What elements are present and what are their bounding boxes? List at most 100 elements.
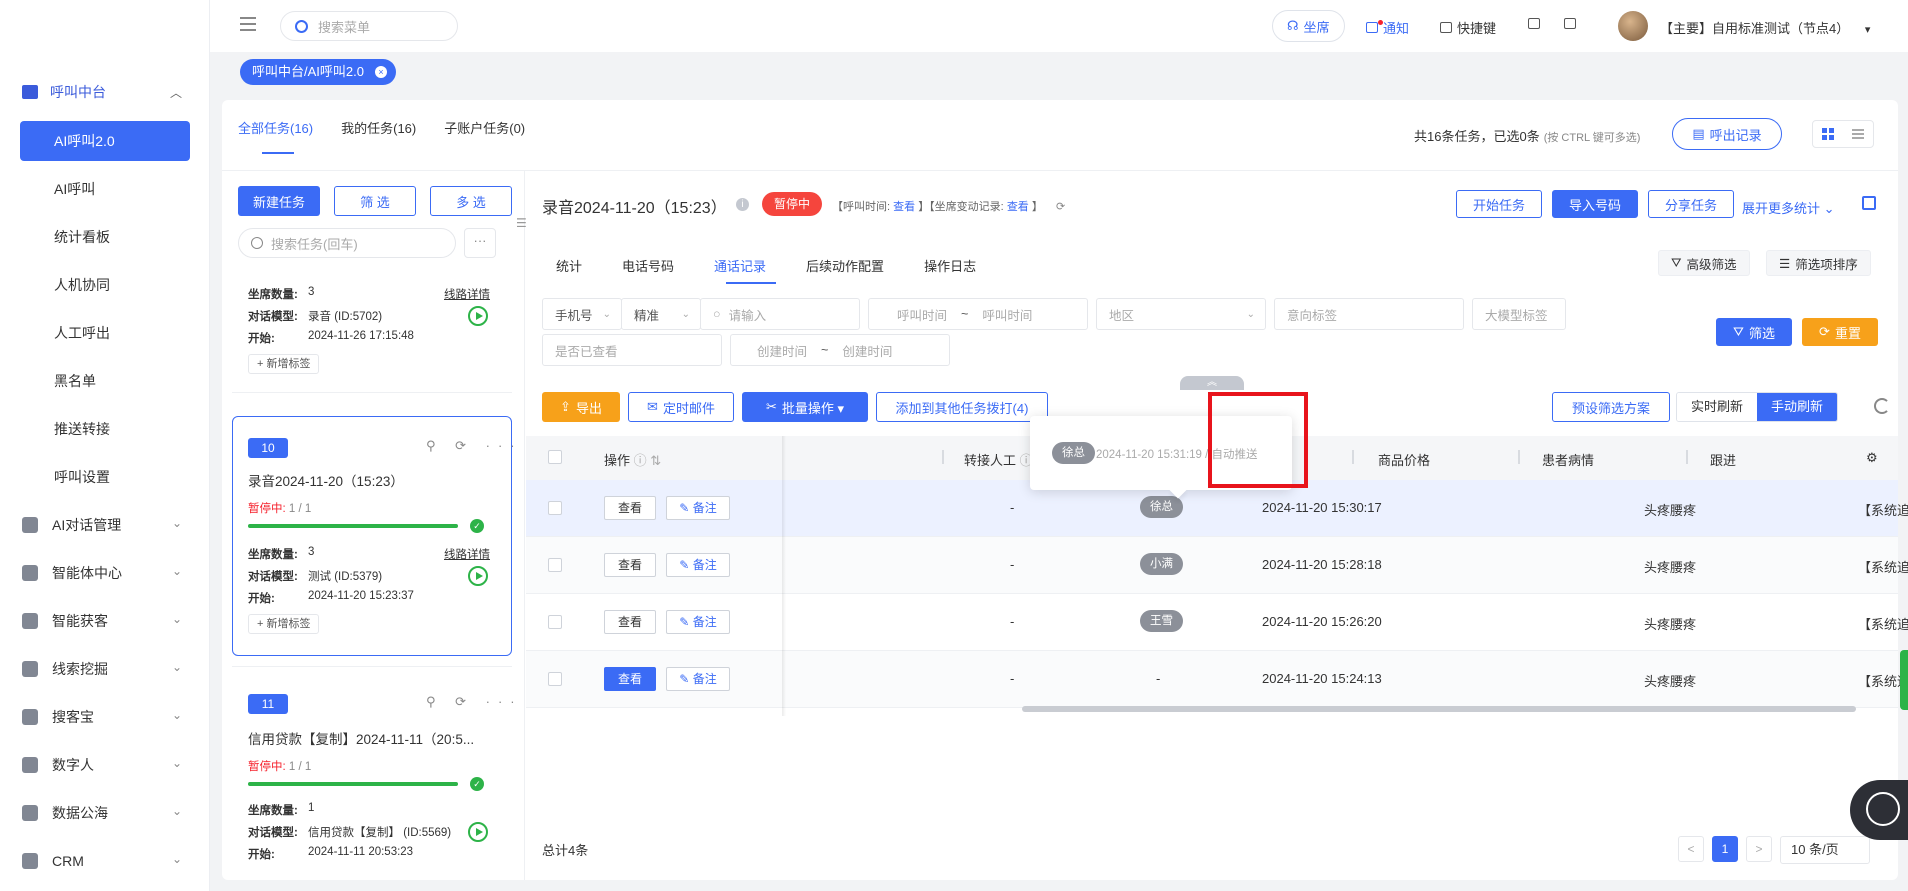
add-tag-button[interactable]: + 新增标签	[248, 354, 320, 374]
column-resizer[interactable]	[1352, 450, 1354, 464]
add-tag-button[interactable]: + 新增标签	[248, 614, 320, 634]
sidebar-group-data-sea[interactable]: 数据公海 ⌄	[0, 793, 210, 833]
create-time-range[interactable]: 创建时间 ~ 创建时间	[730, 334, 950, 366]
row-checkbox[interactable]	[548, 615, 562, 629]
settings-icon[interactable]: ⚙	[1866, 450, 1878, 466]
tab-call-records[interactable]: 通话记录	[714, 256, 766, 275]
view-button[interactable]: 查看	[604, 553, 656, 577]
tab-operation-log[interactable]: 操作日志	[924, 256, 976, 275]
side-handle[interactable]	[1900, 650, 1908, 710]
column-follow[interactable]: 跟进	[1710, 450, 1736, 469]
import-numbers-button[interactable]: 导入号码	[1552, 190, 1638, 218]
select-all-checkbox[interactable]	[548, 450, 562, 464]
menu-toggle-icon[interactable]	[240, 17, 256, 33]
column-operation[interactable]: 操作 ⓘ ⇅	[604, 450, 661, 469]
play-icon[interactable]	[468, 306, 488, 326]
sidebar-group-digital-human[interactable]: 数字人 ⌄	[0, 745, 210, 785]
column-illness[interactable]: 患者病情	[1542, 450, 1594, 469]
llm-tag-select[interactable]: 大模型标签	[1472, 298, 1566, 330]
export-button[interactable]: ⇪ 导出	[542, 392, 620, 422]
refresh-icon[interactable]	[1874, 398, 1890, 414]
note-button[interactable]: ✎ 备注	[666, 496, 730, 520]
note-button[interactable]: ✎ 备注	[666, 667, 730, 691]
sidebar-item-push-transfer[interactable]: 推送转接	[20, 409, 190, 449]
new-task-button[interactable]: 新建任务	[238, 186, 320, 216]
task-search-input[interactable]: 搜索任务(回车)	[238, 228, 456, 258]
add-to-other-task-button[interactable]: 添加到其他任务拨打(4)	[876, 392, 1048, 422]
agent-pill[interactable]: 徐总	[1140, 496, 1183, 518]
agent-pill[interactable]: 小满	[1140, 553, 1183, 575]
row-checkbox[interactable]	[548, 501, 562, 515]
column-resizer[interactable]	[942, 450, 944, 464]
manual-refresh-option[interactable]: 手动刷新	[1757, 393, 1838, 421]
tab-sub-account-tasks[interactable]: 子账户任务(0)	[444, 118, 525, 137]
sidebar-group-ai-dialog[interactable]: AI对话管理 ⌄	[0, 505, 210, 545]
keyword-input[interactable]: ○ 请输入	[700, 298, 860, 330]
refresh-icon[interactable]: ⟳	[1056, 201, 1065, 213]
sidebar-group-smart-acquire[interactable]: 智能获客 ⌄	[0, 601, 210, 641]
tab-my-tasks[interactable]: 我的任务(16)	[341, 118, 416, 137]
horizontal-scrollbar[interactable]	[1022, 706, 1856, 712]
table-row[interactable]: 查看 ✎ 备注 - 王雪 2024-11-20 15:26:20 头疼腰疼 【系…	[526, 594, 1908, 651]
close-icon[interactable]: ×	[374, 66, 387, 78]
filter-sort-button[interactable]: ☰ 筛选项排序	[1766, 250, 1871, 276]
trace-detail-link[interactable]: 线路详情	[444, 546, 490, 562]
sidebar-item-dashboard[interactable]: 统计看板	[20, 217, 190, 257]
shortcut-link[interactable]: 快捷键	[1440, 18, 1496, 37]
collapse-list-icon[interactable]: ☰	[516, 216, 527, 230]
note-button[interactable]: ✎ 备注	[666, 553, 730, 577]
phone-field-select[interactable]: 手机号 ⌄	[542, 298, 622, 330]
column-resizer[interactable]	[1518, 450, 1520, 464]
sidebar-group-soukebao[interactable]: 搜客宝 ⌄	[0, 697, 210, 737]
sidebar-item-manual-call[interactable]: 人工呼出	[20, 313, 190, 353]
column-resizer[interactable]	[1686, 450, 1688, 464]
list-view-button[interactable]	[1843, 121, 1873, 147]
sidebar-group-crm[interactable]: CRM ⌄	[0, 841, 210, 881]
image-icon-button[interactable]	[1564, 18, 1581, 29]
viewed-select[interactable]: 是否已查看	[542, 334, 722, 366]
expand-stats-link[interactable]: 展开更多统计 ⌄	[1742, 198, 1835, 217]
advanced-filter-button[interactable]: ⛛ 高级筛选	[1658, 250, 1750, 276]
seat-button[interactable]: ☊ 坐席	[1272, 10, 1345, 42]
start-task-button[interactable]: 开始任务	[1456, 190, 1542, 218]
tab-all-tasks[interactable]: 全部任务(16)	[238, 118, 313, 137]
sidebar-group-call-center[interactable]: 呼叫中台 ︿	[0, 72, 210, 112]
prev-page-button[interactable]: <	[1678, 836, 1704, 862]
realtime-refresh-option[interactable]: 实时刷新	[1677, 393, 1758, 421]
view-call-time-link[interactable]: 查看	[893, 201, 915, 213]
region-select[interactable]: 地区 ⌄	[1096, 298, 1266, 330]
notify-link[interactable]: 通知	[1366, 18, 1409, 37]
sidebar-item-blacklist[interactable]: 黑名单	[20, 361, 190, 401]
page-size-select[interactable]: 10 条/页	[1780, 836, 1870, 864]
row-checkbox[interactable]	[548, 558, 562, 572]
card-action-icons[interactable]: ⚲ ⟳ ···	[426, 694, 523, 710]
collapse-filters-toggle[interactable]: ︽	[1180, 376, 1244, 390]
reset-filter-button[interactable]: ⟳ 重置	[1802, 318, 1878, 346]
grid-view-button[interactable]	[1813, 121, 1843, 147]
multi-select-button[interactable]: 多 选	[430, 186, 512, 216]
filter-tasks-button[interactable]: 筛 选	[334, 186, 416, 216]
tab-stats[interactable]: 统计	[556, 256, 582, 275]
play-icon[interactable]	[468, 566, 488, 586]
more-button[interactable]: ···	[464, 228, 496, 258]
batch-operation-button[interactable]: ✂ 批量操作 ▾	[742, 392, 868, 422]
apply-filter-button[interactable]: ⛛ 筛选	[1716, 318, 1792, 346]
menu-search-input[interactable]: 搜索菜单	[280, 11, 458, 41]
window-icon-button[interactable]	[1528, 18, 1545, 29]
sidebar-item-ai-call-2[interactable]: AI呼叫2.0	[20, 121, 190, 161]
call-time-range[interactable]: 呼叫时间 ~ 呼叫时间	[868, 298, 1088, 330]
note-button[interactable]: ✎ 备注	[666, 610, 730, 634]
tab-followup-config[interactable]: 后续动作配置	[806, 256, 884, 275]
call-record-button[interactable]: ▤ 呼出记录	[1672, 118, 1782, 150]
view-button[interactable]: 查看	[604, 496, 656, 520]
fullscreen-icon[interactable]	[1862, 196, 1876, 210]
column-price[interactable]: 商品价格	[1378, 450, 1430, 469]
sidebar-item-human-machine[interactable]: 人机协同	[20, 265, 190, 305]
play-icon[interactable]	[468, 822, 488, 842]
tab-phone-numbers[interactable]: 电话号码	[622, 256, 674, 275]
agent-pill[interactable]: 王雪	[1140, 610, 1183, 632]
share-task-button[interactable]: 分享任务	[1648, 190, 1734, 218]
preset-filter-button[interactable]: 预设筛选方案	[1552, 392, 1670, 422]
info-icon[interactable]: i	[736, 198, 749, 211]
page-1-button[interactable]: 1	[1712, 836, 1738, 862]
